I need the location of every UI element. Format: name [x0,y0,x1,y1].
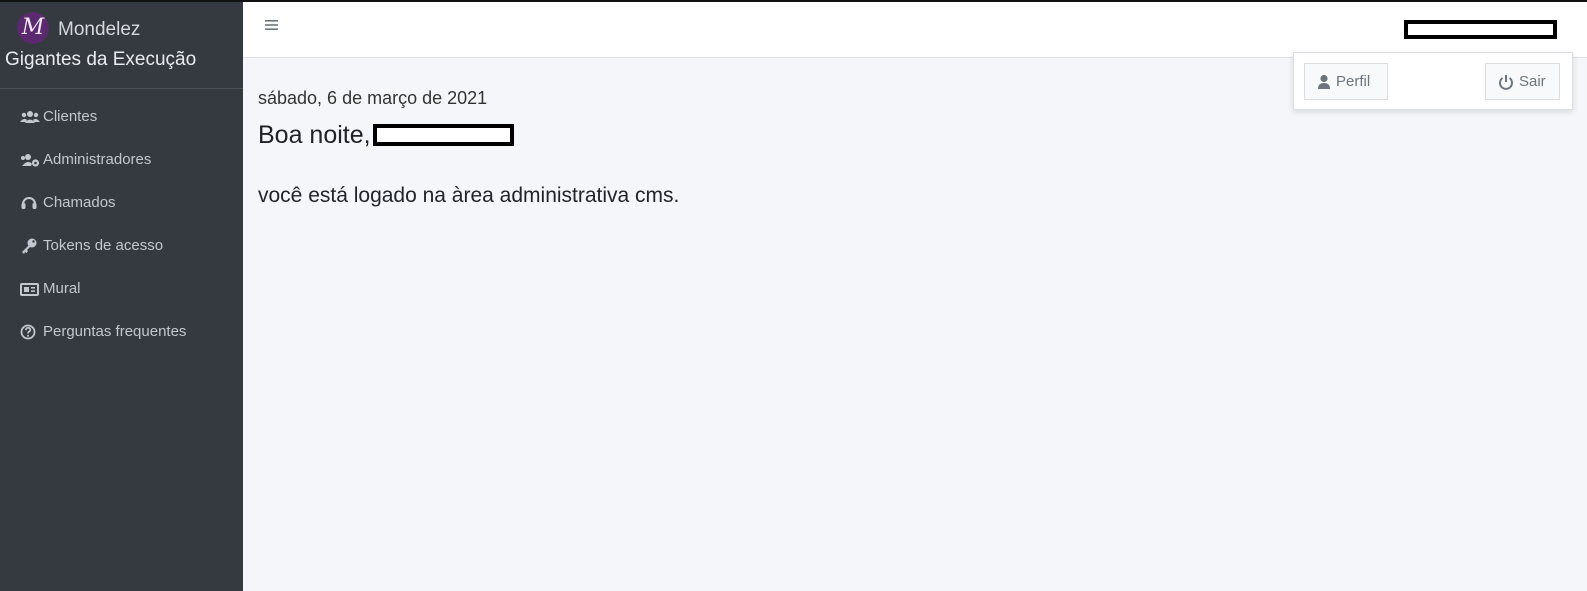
logout-button-label: Sair [1519,73,1546,90]
brand-name: Mondelez [58,19,141,40]
sidebar-item-label: Mural [43,280,81,297]
headset-icon [20,195,40,211]
sidebar-nav: Clientes Administradores Chamados Tokens… [0,89,243,353]
greeting-text: Boa noite, [258,121,371,149]
hamburger-icon[interactable] [264,16,284,36]
users-cog-icon [20,152,40,168]
top-navbar [243,2,1587,58]
question-circle-icon [20,324,40,340]
redacted-user-name [372,124,514,146]
sidebar: M Mondelez Gigantes da Execução Clientes… [0,0,243,591]
welcome-message: você está logado na àrea administrativa … [258,184,680,207]
sidebar-item-label: Perguntas frequentes [43,323,187,340]
user-menu-toggle[interactable] [1404,20,1557,39]
sidebar-item-clientes[interactable]: Clientes [0,95,243,138]
sidebar-item-administradores[interactable]: Administradores [0,138,243,181]
power-icon [1499,74,1513,90]
brand-logo: M [17,12,49,44]
sidebar-item-label: Tokens de acesso [43,237,164,254]
main-content: sábado, 6 de março de 2021 Boa noite, vo… [258,88,679,207]
brand-subtitle: Gigantes da Execução [5,49,197,70]
newspaper-icon [20,281,40,297]
brand[interactable]: M Mondelez Gigantes da Execução [0,0,243,89]
sidebar-item-label: Clientes [43,108,98,125]
key-icon [20,238,40,254]
sidebar-item-label: Administradores [43,151,152,168]
sidebar-item-perguntas[interactable]: Perguntas frequentes [0,310,243,353]
user-icon [1318,74,1330,89]
top-border [0,0,1587,2]
greeting: Boa noite, [258,121,514,150]
current-date: sábado, 6 de março de 2021 [258,88,488,108]
users-icon [20,109,40,125]
sidebar-item-chamados[interactable]: Chamados [0,181,243,224]
user-dropdown: Perfil Sair [1293,52,1573,110]
logout-button[interactable]: Sair [1485,63,1560,100]
sidebar-item-tokens[interactable]: Tokens de acesso [0,224,243,267]
sidebar-item-label: Chamados [43,194,116,211]
profile-button-label: Perfil [1336,73,1371,90]
profile-button[interactable]: Perfil [1304,63,1388,100]
sidebar-item-mural[interactable]: Mural [0,267,243,310]
